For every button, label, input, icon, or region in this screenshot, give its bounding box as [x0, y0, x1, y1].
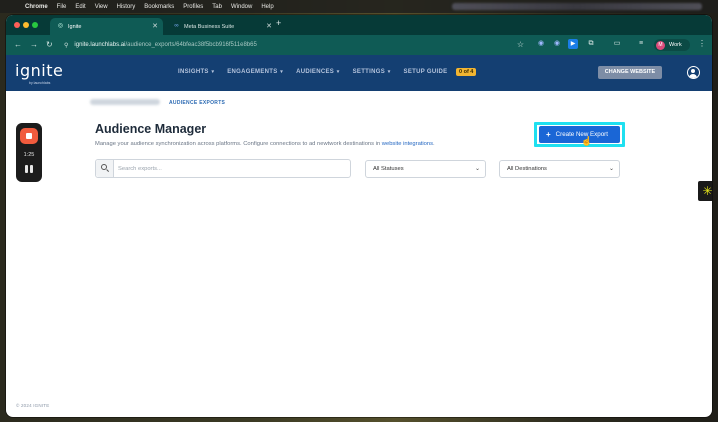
logo-wordmark: ignite [15, 61, 64, 80]
stop-recording-button[interactable] [20, 128, 38, 144]
footer-copyright: © 2024 IGNITE [16, 403, 50, 408]
extension-icon[interactable]: ◉ [536, 39, 546, 49]
chevron-down-icon: ⌄ [608, 166, 614, 172]
menu-history[interactable]: History [117, 4, 136, 10]
destination-filter-value: All Destinations [507, 166, 547, 172]
chevron-down-icon: ⌄ [474, 166, 480, 172]
menu-app-name[interactable]: Chrome [25, 4, 48, 10]
menubar-status-icons [452, 3, 702, 10]
menu-help[interactable]: Help [261, 4, 273, 10]
extension-icon[interactable]: ◉ [552, 39, 562, 49]
nav-label: ENGAGEMENTS [227, 69, 278, 75]
back-icon[interactable]: ← [14, 40, 22, 49]
nav-engagements[interactable]: ENGAGEMENTS ▾ [227, 69, 283, 75]
profile-label: Work [669, 42, 682, 48]
macos-menu-bar: Chrome File Edit View History Bookmarks … [0, 0, 718, 13]
tab-ignite[interactable]: ◎ Ignite ✕ [50, 18, 163, 35]
plus-icon: + [546, 130, 551, 139]
url-host: ignite.launchlabs.ai [74, 42, 126, 48]
new-tab-icon[interactable]: + [276, 18, 281, 28]
pause-recording-icon[interactable] [25, 165, 33, 173]
nav-audiences[interactable]: AUDIENCES ▾ [296, 69, 340, 75]
nav-setup-guide[interactable]: SETUP GUIDE [404, 69, 448, 75]
mouse-pointer-icon: ☝ [581, 136, 593, 146]
close-tab-icon[interactable]: ✕ [266, 22, 272, 30]
subtitle-text: Manage your audience synchronization acr… [95, 141, 382, 147]
breadcrumb[interactable]: AUDIENCE EXPORTS [169, 100, 225, 106]
nav-label: SETUP GUIDE [403, 69, 448, 75]
close-window-button[interactable] [14, 22, 20, 28]
tab-label: Ignite [68, 23, 82, 30]
nav-label: INSIGHTS [178, 69, 209, 75]
sparkle-widget-icon[interactable]: ✳ [698, 181, 712, 201]
search-icon [96, 160, 114, 177]
tab-label: Meta Business Suite [184, 23, 235, 30]
menu-bookmarks[interactable]: Bookmarks [144, 4, 174, 10]
subtitle-end: . [433, 141, 435, 147]
search-box [95, 159, 351, 178]
search-input[interactable] [118, 163, 343, 174]
website-integrations-link[interactable]: website integrations [382, 141, 433, 147]
chevron-down-icon: ▾ [386, 69, 391, 75]
pause-bar [30, 165, 33, 173]
tab-strip: ◎ Ignite ✕ ∞ Meta Business Suite ✕ + [6, 15, 712, 35]
url-field[interactable]: ⚲ ignite.launchlabs.ai/audience_exports/… [62, 38, 536, 52]
avatar: M [656, 40, 665, 50]
tab-meta-business-suite[interactable]: ∞ Meta Business Suite ✕ [166, 18, 277, 35]
stop-icon [26, 133, 32, 139]
menu-profiles[interactable]: Profiles [183, 4, 203, 10]
user-head [691, 69, 695, 73]
menu-tab[interactable]: Tab [212, 4, 222, 10]
zoom-window-button[interactable] [32, 22, 38, 28]
media-control-icon[interactable]: ≡ [636, 39, 646, 49]
status-filter-value: All Statuses [373, 166, 404, 172]
lens-handle [105, 169, 110, 173]
menu-file[interactable]: File [57, 4, 67, 10]
profile-button[interactable]: M Work [654, 39, 690, 51]
pause-bar [25, 165, 28, 173]
nav-label: SETTINGS [352, 69, 386, 75]
address-bar: ← → ↻ ⚲ ignite.launchlabs.ai/audience_ex… [6, 35, 712, 55]
nav-settings[interactable]: SETTINGS ▾ [353, 69, 391, 75]
main-nav: INSIGHTS ▾ ENGAGEMENTS ▾ AUDIENCES ▾ SET… [178, 69, 460, 75]
screen-recorder-widget: 1:25 [16, 123, 42, 182]
extension-icon[interactable]: ▶ [568, 39, 578, 49]
url-path: /audience_exports/64bfeac38f5bcb916f511e… [125, 42, 257, 48]
breadcrumb-redacted [90, 99, 160, 105]
status-filter-select[interactable]: All Statuses ⌄ [365, 160, 486, 178]
browser-window: ◎ Ignite ✕ ∞ Meta Business Suite ✕ + ← →… [6, 15, 712, 417]
app-header: ignite by launchlabs INSIGHTS ▾ ENGAGEME… [6, 55, 712, 91]
bookmark-star-icon[interactable]: ☆ [517, 40, 524, 49]
ignite-logo[interactable]: ignite by launchlabs [15, 61, 64, 85]
menu-view[interactable]: View [95, 4, 108, 10]
user-body [689, 74, 697, 78]
change-website-button[interactable]: CHANGE WEBSITE [598, 66, 662, 79]
menu-edit[interactable]: Edit [75, 4, 85, 10]
chevron-down-icon: ▾ [209, 69, 215, 75]
menu-window[interactable]: Window [231, 4, 252, 10]
page-subtitle: Manage your audience synchronization acr… [95, 141, 435, 147]
chevron-down-icon: ▾ [278, 69, 284, 75]
create-new-export-button[interactable]: + Create New Export [539, 126, 620, 143]
user-account-icon[interactable] [687, 66, 700, 79]
logo-tagline: by launchlabs [29, 81, 51, 85]
page-title: Audience Manager [95, 122, 207, 136]
minimize-window-button[interactable] [23, 22, 29, 28]
nav-insights[interactable]: INSIGHTS ▾ [178, 69, 214, 75]
close-tab-icon[interactable]: ✕ [152, 22, 158, 30]
forward-icon[interactable]: → [30, 40, 38, 49]
nav-label: AUDIENCES [296, 69, 335, 75]
tab-search-icon[interactable]: ▭ [612, 39, 622, 49]
destination-filter-select[interactable]: All Destinations ⌄ [499, 160, 620, 178]
recording-timer: 1:25 [23, 152, 35, 158]
site-info-icon[interactable]: ⚲ [64, 42, 68, 49]
ignite-favicon-icon: ◎ [57, 23, 64, 29]
meta-favicon-icon: ∞ [174, 23, 179, 29]
extensions-puzzle-icon[interactable]: ⧉ [586, 39, 596, 49]
reload-icon[interactable]: ↻ [46, 40, 53, 49]
chevron-down-icon: ▾ [335, 69, 340, 75]
setup-progress-badge: 0 of 4 [456, 68, 477, 76]
browser-menu-icon[interactable]: ⋮ [698, 39, 706, 48]
